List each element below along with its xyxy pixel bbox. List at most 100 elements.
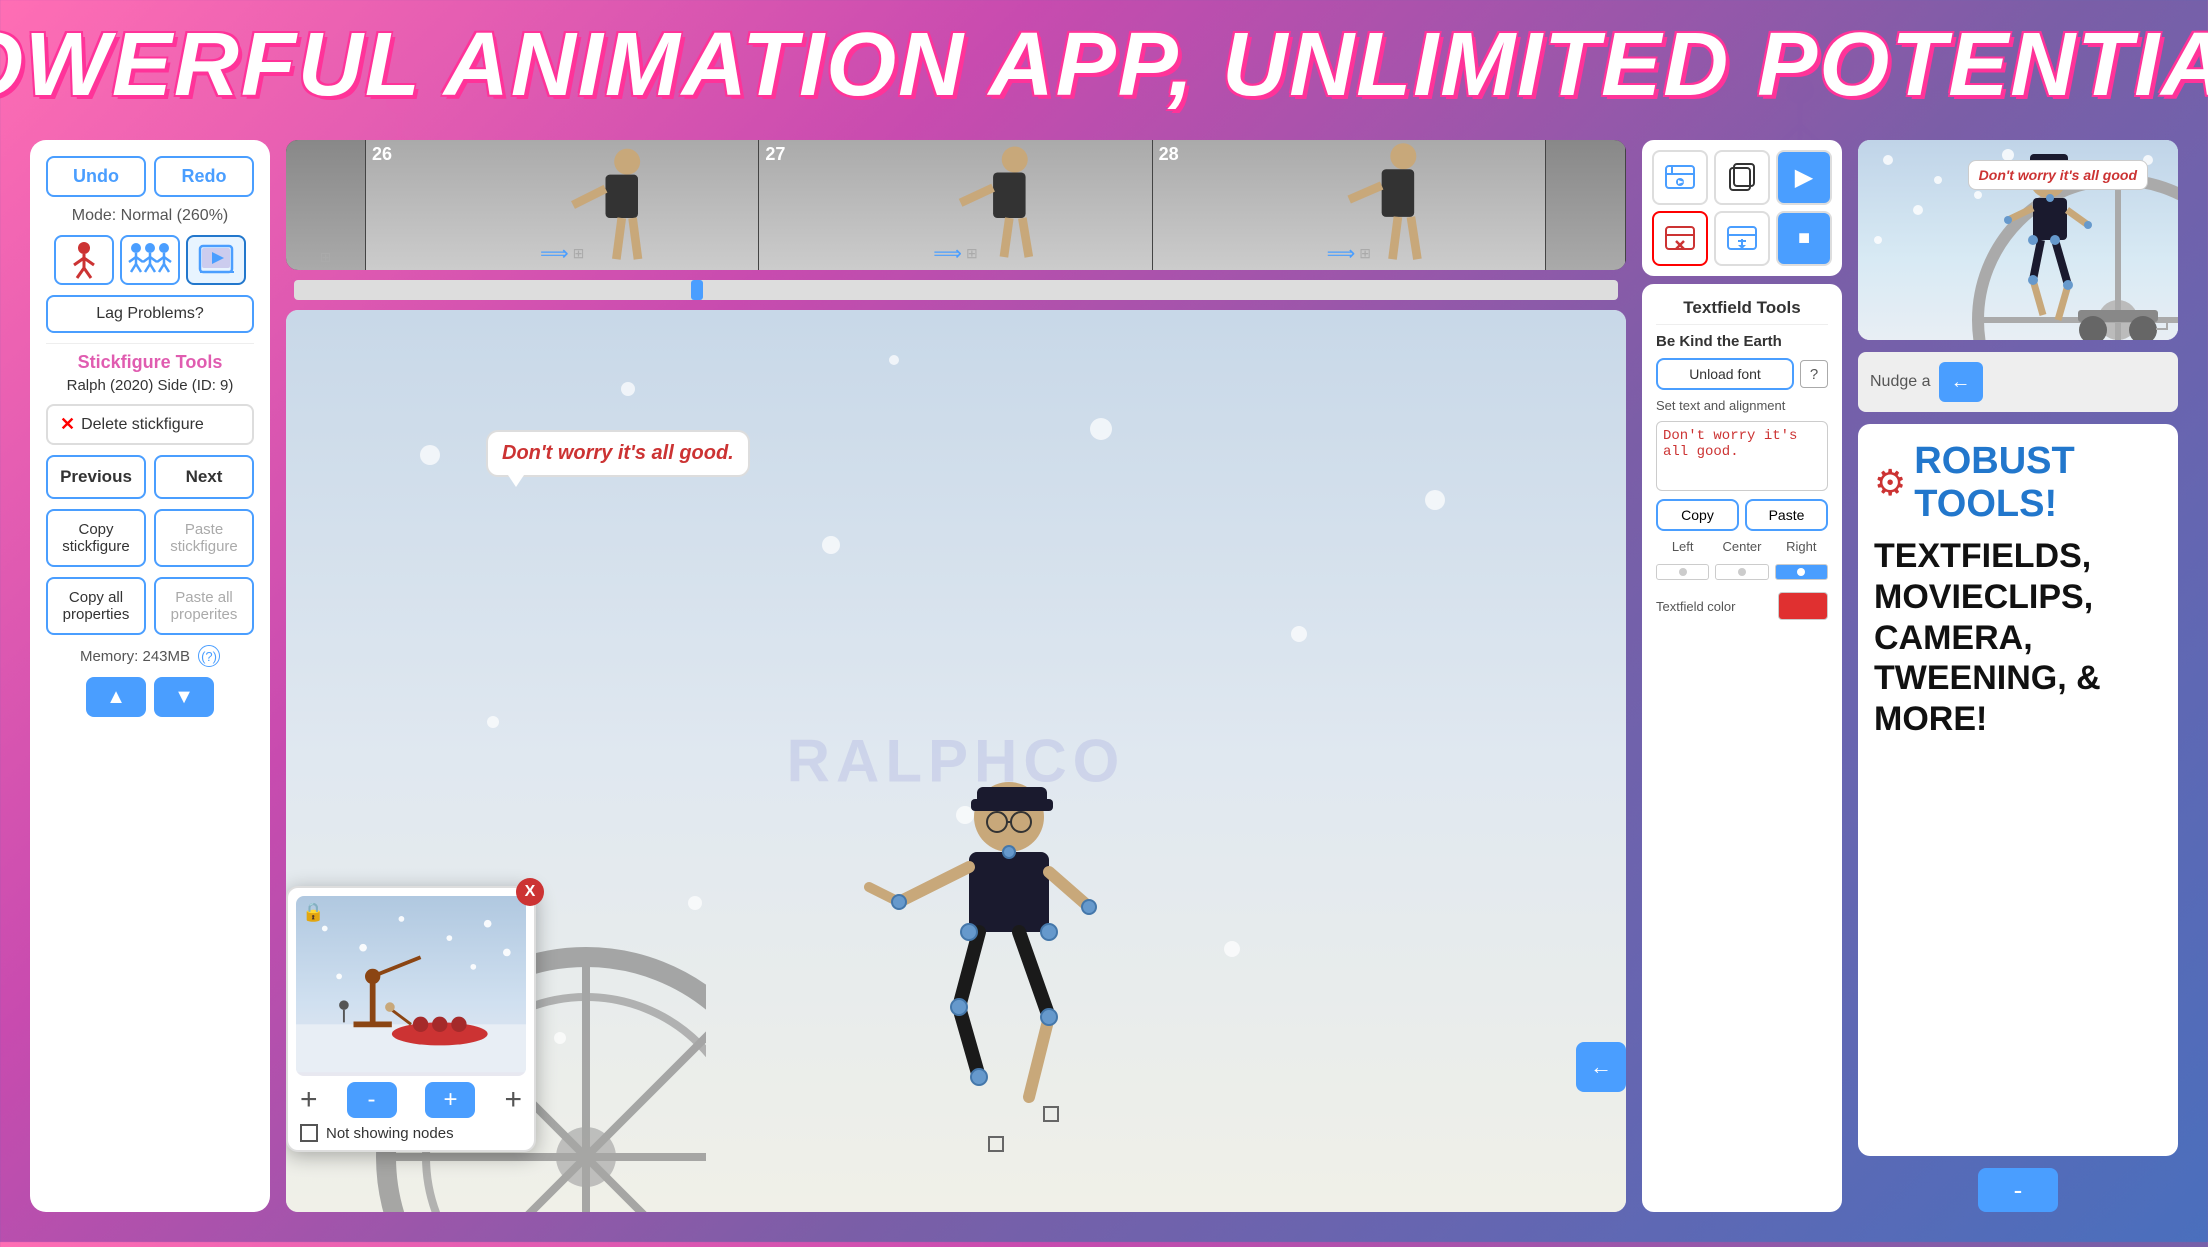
move-down-button[interactable]: ▼	[154, 677, 214, 717]
timeline-strip: ⊞ 26 ⟹ ⊞	[286, 140, 1626, 270]
align-left-label: Left	[1656, 539, 1709, 554]
resize-handle[interactable]	[2156, 318, 2168, 330]
mini-controls: + - + +	[296, 1082, 526, 1118]
prev-next-row: Previous Next	[46, 455, 254, 499]
paste-stickfigure-button[interactable]: Paste stickfigure	[154, 509, 254, 567]
align-right-dot[interactable]	[1775, 564, 1828, 580]
paste-all-properties-button[interactable]: Paste all properites	[154, 577, 254, 635]
timeline-frame-partial-right[interactable]	[1546, 140, 1626, 270]
robust-tools-panel: ⚙ ROBUST TOOLS! TEXTFIELDS, MOVIECLIPS, …	[1858, 424, 2178, 1156]
play-button[interactable]: ▶	[1776, 150, 1832, 205]
unload-font-button[interactable]: Unload font	[1656, 358, 1794, 390]
copy-paste-row: Copy stickfigure Paste stickfigure	[46, 509, 254, 567]
align-center-dot[interactable]	[1715, 564, 1768, 580]
mode-text: Mode: Normal (260%)	[46, 207, 254, 225]
scrubber-bar[interactable]	[294, 280, 1618, 300]
delete-stickfigure-label: Delete stickfigure	[81, 416, 204, 434]
robust-title: ROBUST TOOLS!	[1914, 440, 2162, 526]
scrubber-handle[interactable]	[691, 280, 703, 300]
scene-tool[interactable]	[186, 235, 246, 285]
mini-popup: X 🔒	[286, 886, 536, 1152]
nudge-left-button[interactable]: ←	[1939, 362, 1983, 402]
copy-frame-button[interactable]	[1714, 150, 1770, 205]
next-button[interactable]: Next	[154, 455, 254, 499]
navigate-left-button[interactable]: ←	[1576, 1042, 1626, 1092]
center-panel: ⊞ 26 ⟹ ⊞	[286, 140, 1626, 1212]
memory-label: Memory: 243MB	[80, 648, 190, 665]
mini-minus-button[interactable]: -	[347, 1082, 397, 1118]
app-title: POWERFUL ANIMATION APP, UNLIMITED POTENT…	[0, 14, 2208, 117]
timeline-frame-28[interactable]: 28 ⟹ ⊞	[1153, 140, 1546, 270]
robust-title-row: ⚙ ROBUST TOOLS!	[1874, 440, 2162, 526]
move-up-button[interactable]: ▲	[86, 677, 146, 717]
align-left-dot[interactable]	[1656, 564, 1709, 580]
textfield-tools-title: Textfield Tools	[1656, 298, 1828, 325]
unload-row: Unload font ?	[1656, 358, 1828, 390]
lag-problems-button[interactable]: Lag Problems?	[46, 295, 254, 333]
stop-button[interactable]: ■	[1776, 211, 1832, 266]
alignment-dots	[1656, 564, 1828, 580]
scrubber-area	[286, 278, 1626, 302]
delete-x-icon: ✕	[60, 414, 75, 435]
single-figure-tool[interactable]	[54, 235, 114, 285]
speech-bubble: Don't worry it's all good.	[486, 430, 750, 477]
left-panel: Undo Redo Mode: Normal (260%)	[30, 140, 270, 1212]
mini-popup-close-button[interactable]: X	[516, 878, 544, 906]
undo-redo-row: Undo Redo	[46, 156, 254, 197]
right-panel: ▶ ■ Textf	[1642, 140, 1842, 1212]
textfield-color-swatch[interactable]	[1778, 592, 1828, 620]
previous-button[interactable]: Previous	[46, 455, 146, 499]
nudge-controls: ←	[1939, 362, 1983, 402]
bottom-minus-button[interactable]: -	[1978, 1168, 2058, 1212]
right-arrow-area: ←	[1576, 1042, 1626, 1092]
timeline-frame-26[interactable]: 26 ⟹ ⊞	[366, 140, 759, 270]
copy-all-row: Copy all properties Paste all properites	[46, 577, 254, 635]
mini-left-button[interactable]: +	[300, 1083, 318, 1117]
preview-speech-text: Don't worry it's all good	[1979, 167, 2137, 183]
textfield-color-label: Textfield color	[1656, 599, 1770, 614]
nudge-area: Nudge a ←	[1858, 352, 2178, 412]
frame-28-number: 28	[1159, 144, 1179, 165]
preview-speech-bubble: Don't worry it's all good	[1968, 160, 2148, 190]
import-scene-button[interactable]	[1652, 150, 1708, 205]
far-right-panel: Don't worry it's all good Nudge a ← ⚙ RO…	[1858, 140, 2178, 1212]
textfield-textarea[interactable]: Don't worry it's all good.	[1656, 421, 1828, 491]
delete-stickfigure-button[interactable]: ✕ Delete stickfigure	[46, 404, 254, 445]
multi-figure-tool[interactable]	[120, 235, 180, 285]
mini-right-button[interactable]: +	[504, 1083, 522, 1117]
header-banner: POWERFUL ANIMATION APP, UNLIMITED POTENT…	[0, 0, 2208, 130]
timeline-frame-27[interactable]: 27 ⟹ ⊞	[759, 140, 1152, 270]
undo-button[interactable]: Undo	[46, 156, 146, 197]
textfield-copy-button[interactable]: Copy	[1656, 499, 1739, 531]
main-character[interactable]	[849, 757, 1129, 1182]
frame-27-number: 27	[765, 144, 785, 165]
export-button[interactable]	[1714, 211, 1770, 266]
main-canvas: RALPHCO Don't worry it's all good.	[286, 310, 1626, 1212]
align-center-label: Center	[1715, 539, 1768, 554]
stickfigure-tools-title: Stickfigure Tools	[46, 352, 254, 373]
align-right-label: Right	[1775, 539, 1828, 554]
mini-plus-button[interactable]: +	[425, 1082, 475, 1118]
delete-scene-button[interactable]	[1652, 211, 1708, 266]
textfield-help-button[interactable]: ?	[1800, 360, 1828, 388]
not-showing-nodes-label: Not showing nodes	[326, 1125, 454, 1142]
textfield-paste-button[interactable]: Paste	[1745, 499, 1828, 531]
copy-stickfigure-button[interactable]: Copy stickfigure	[46, 509, 146, 567]
not-showing-nodes-checkbox[interactable]	[300, 1124, 318, 1142]
memory-row: Memory: 243MB (?)	[46, 645, 254, 667]
frame-26-arrow: ⟹	[540, 241, 569, 266]
robust-description: TEXTFIELDS, MOVIECLIPS, CAMERA, TWEENING…	[1874, 536, 2162, 740]
redo-button[interactable]: Redo	[154, 156, 254, 197]
memory-help-button[interactable]: (?)	[198, 645, 220, 667]
frame-26-number: 26	[372, 144, 392, 165]
copy-all-properties-button[interactable]: Copy all properties	[46, 577, 146, 635]
textfield-name: Be Kind the Earth	[1656, 333, 1828, 350]
copy-paste-row-tf: Copy Paste	[1656, 499, 1828, 531]
mini-canvas: 🔒	[296, 896, 526, 1076]
main-content: Undo Redo Mode: Normal (260%)	[30, 140, 2178, 1212]
nudge-label: Nudge a	[1870, 373, 1931, 391]
frame-28-arrow: ⟹	[1327, 241, 1356, 266]
frame-27-arrow: ⟹	[933, 241, 962, 266]
timeline-frame-partial-left[interactable]: ⊞	[286, 140, 366, 270]
textfield-color-row: Textfield color	[1656, 592, 1828, 620]
